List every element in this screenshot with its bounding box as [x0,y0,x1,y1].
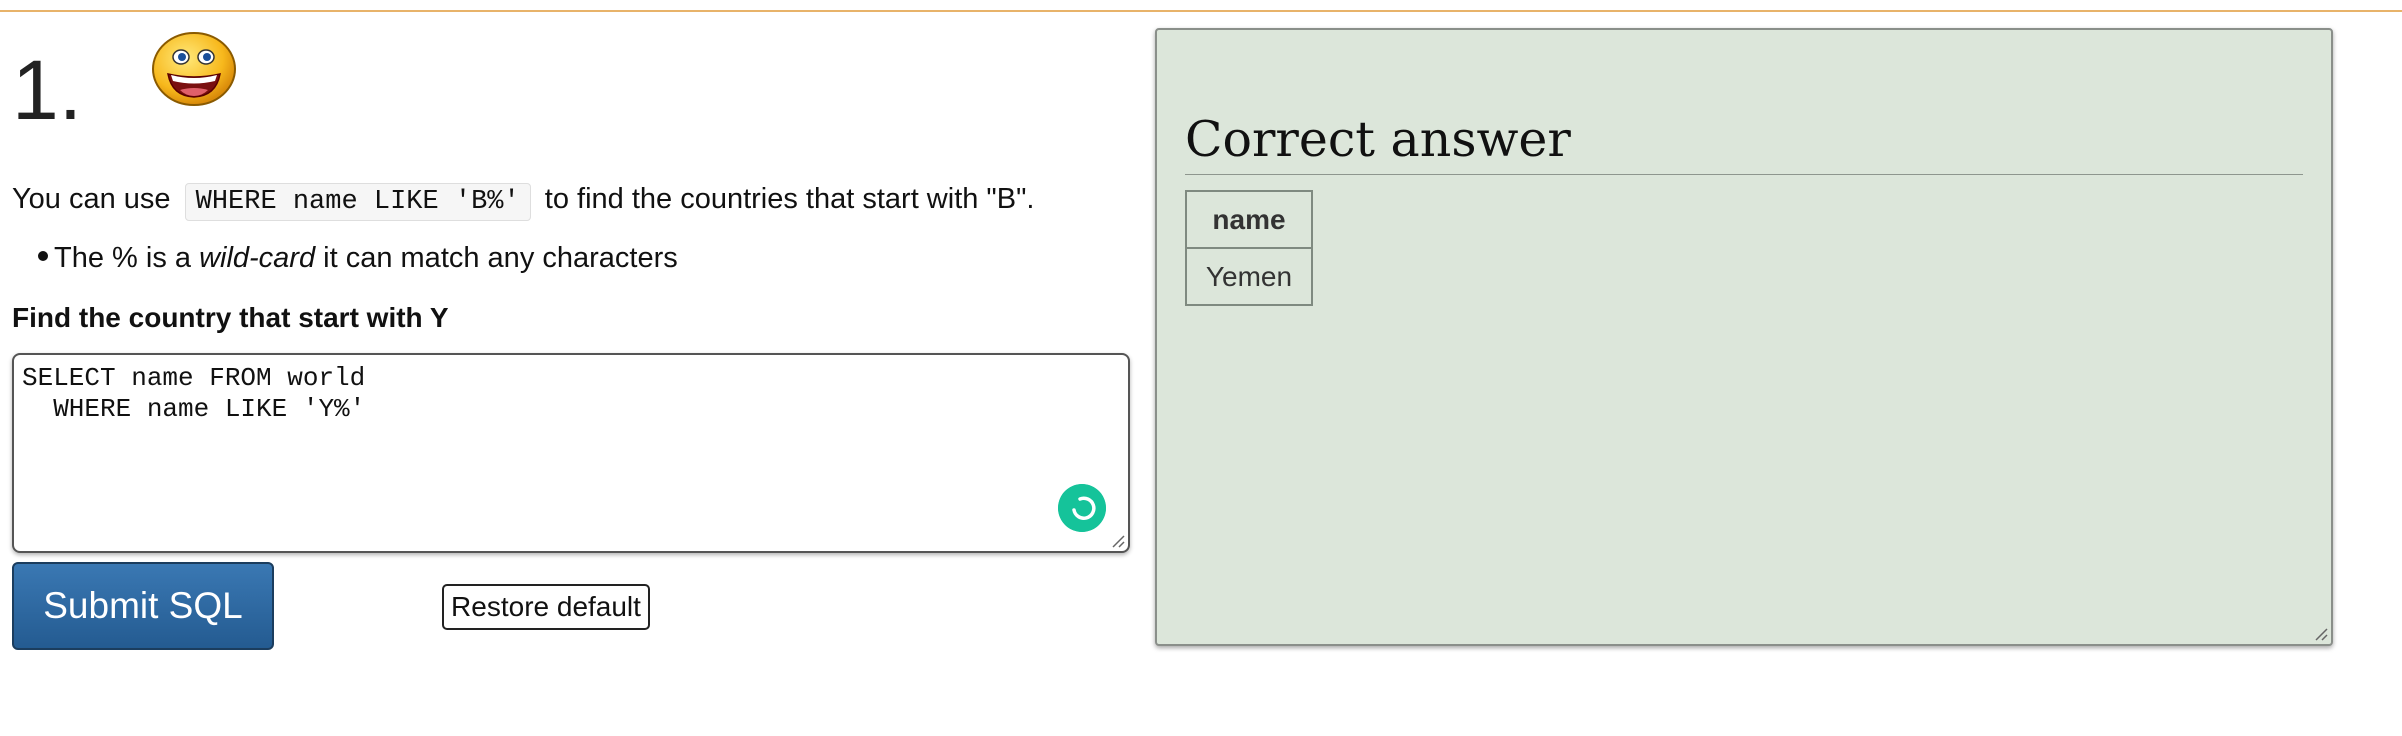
column-header-name: name [1185,190,1313,249]
submit-sql-button[interactable]: Submit SQL [12,562,274,650]
table-row: Yemen [1185,247,1313,306]
sql-editor-text[interactable]: SELECT name FROM world WHERE name LIKE '… [22,363,365,425]
intro-code-snippet: WHERE name LIKE 'B%' [184,183,531,221]
bullet-dot-icon [38,251,48,262]
intro-text-after: to find the countries that start with "B… [544,183,1035,215]
answer-title: Correct answer [1185,111,1571,168]
wildcard-bullet: The % is a wild-card it can match any ch… [38,238,678,278]
bullet-text-after: it can match any characters [323,242,678,274]
result-table: name Yemen [1185,190,1313,306]
table-cell: Yemen [1185,247,1313,306]
intro-text-before: You can use [12,183,171,215]
sql-editor[interactable]: SELECT name FROM world WHERE name LIKE '… [12,353,1130,553]
resize-grip-icon[interactable] [1109,532,1125,548]
answer-divider [1185,174,2303,175]
grammarly-assistant-icon[interactable] [1058,484,1106,532]
smiley-face-icon [152,32,236,106]
intro-paragraph: You can use WHERE name LIKE 'B%' to find… [12,178,1034,223]
correct-answer-panel: Correct answer name Yemen [1155,28,2333,646]
table-header-row: name [1185,190,1313,249]
bullet-emphasis: wild-card [199,242,316,274]
panel-resize-grip-icon[interactable] [2312,625,2328,641]
restore-default-button[interactable]: Restore default [442,584,650,630]
task-prompt: Find the country that start with Y [12,302,449,333]
bullet-text-before: The % is a [54,242,191,274]
question-number: 1. [12,43,83,137]
top-divider [0,10,2402,12]
